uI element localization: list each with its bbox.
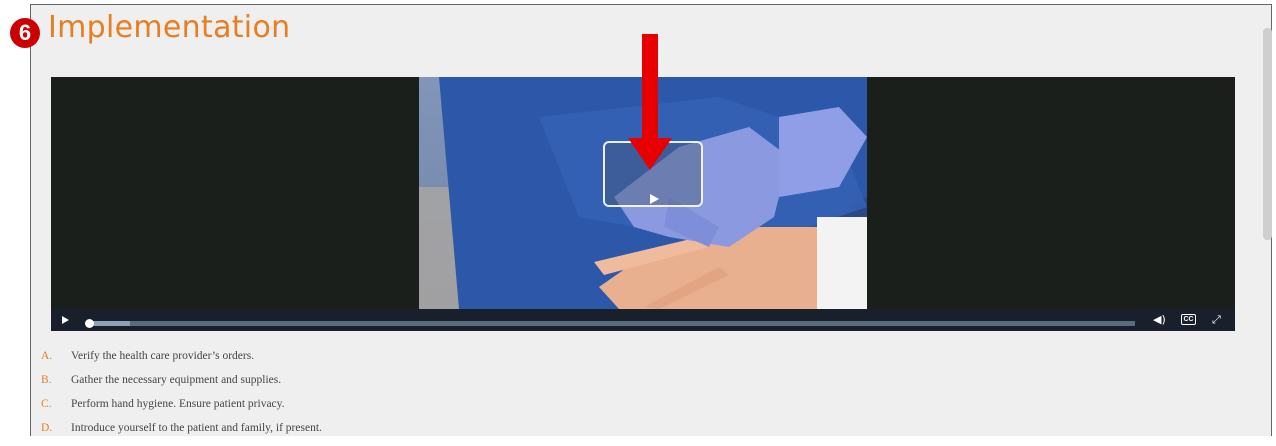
step-letter: D. xyxy=(41,422,53,434)
section-title: Implementation xyxy=(48,10,291,45)
step-text: Verify the health care provider’s orders… xyxy=(71,350,255,362)
progress-buffered xyxy=(88,321,130,326)
step-letter: B. xyxy=(41,374,52,386)
step-text: Perform hand hygiene. Ensure patient pri… xyxy=(71,398,285,410)
play-icon xyxy=(650,194,659,204)
annotation-arrow-icon xyxy=(628,34,672,170)
step-number-badge: 6 xyxy=(10,18,40,48)
scrub-handle[interactable] xyxy=(85,319,94,328)
scrollbar[interactable] xyxy=(1263,28,1272,240)
captions-button[interactable]: CC xyxy=(1181,314,1196,325)
step-letter: C. xyxy=(41,398,52,410)
step-letter: A. xyxy=(41,350,53,362)
play-icon[interactable] xyxy=(62,316,69,324)
video-control-bar: ◀) CC ⤢ xyxy=(51,309,1235,331)
step-text: Introduce yourself to the patient and fa… xyxy=(71,422,322,434)
fullscreen-icon[interactable]: ⤢ xyxy=(1212,314,1221,326)
step-text: Gather the necessary equipment and suppl… xyxy=(71,374,282,386)
progress-bar[interactable] xyxy=(85,319,1135,328)
volume-icon[interactable]: ◀) xyxy=(1153,314,1166,326)
